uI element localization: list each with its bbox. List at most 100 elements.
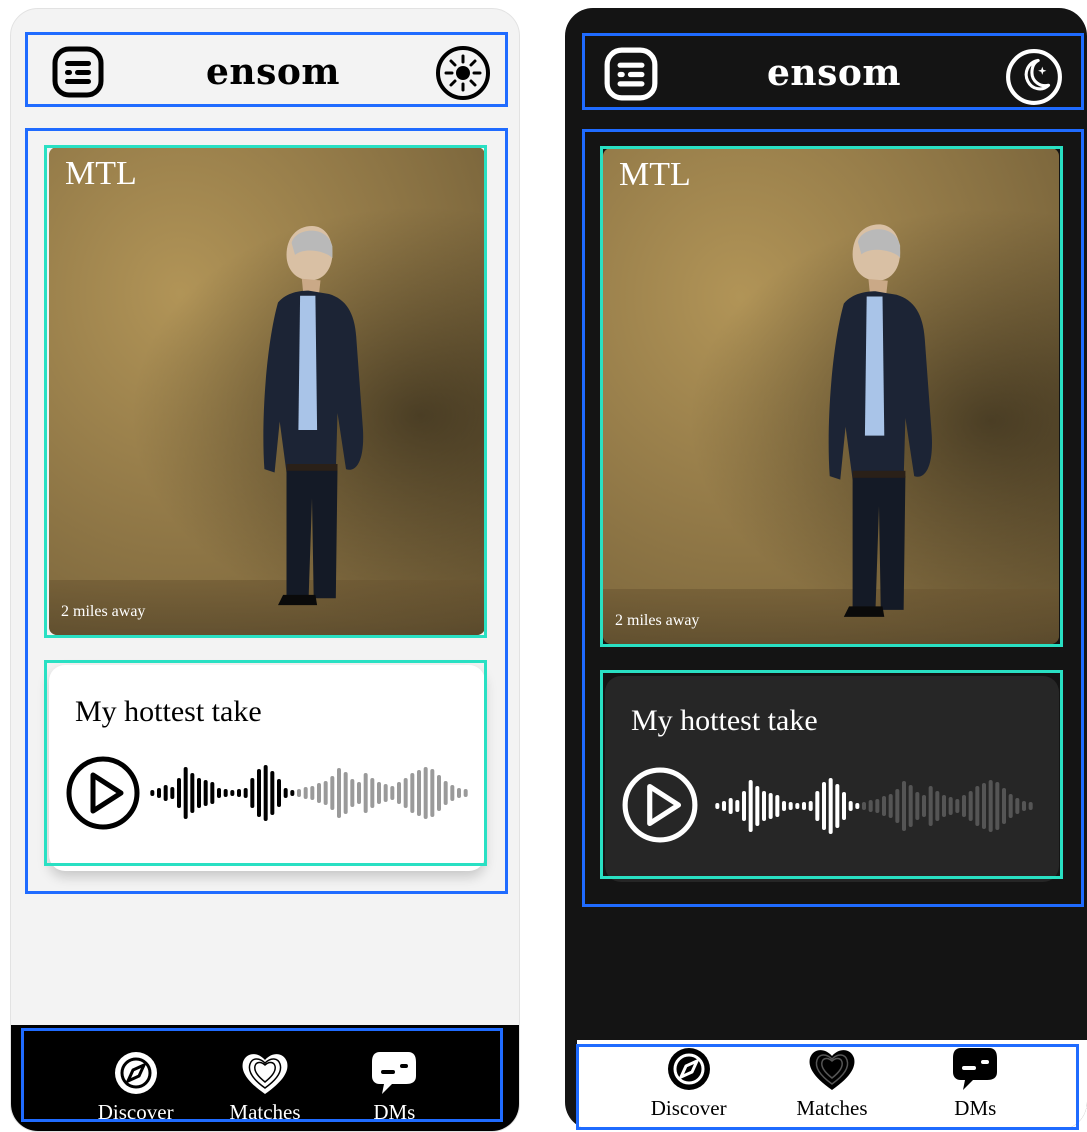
waveform-bar — [303, 787, 308, 799]
app-title: ensom — [206, 51, 340, 93]
waveform-bar — [377, 782, 381, 804]
waveform-bar — [888, 794, 893, 818]
person-silhouette — [263, 226, 364, 606]
waveform-bar — [968, 791, 973, 821]
nav-discover-label: Discover — [650, 1096, 727, 1120]
waveform-bar — [915, 792, 920, 820]
person-silhouette — [828, 224, 932, 617]
waveform-bar — [842, 792, 846, 820]
waveform-bar — [955, 799, 960, 813]
waveform-bar — [828, 778, 833, 834]
waveform-bar — [243, 788, 248, 798]
waveform-bar — [410, 773, 415, 813]
waveform-bar — [230, 790, 235, 796]
waveform-bar — [263, 765, 268, 821]
waveform-bar — [257, 769, 261, 817]
waveform-bar — [868, 800, 873, 812]
menu-icon[interactable] — [603, 46, 659, 102]
waveform-bar — [417, 770, 421, 816]
waveform-bar — [217, 788, 221, 798]
nav-matches[interactable]: Matches — [200, 1050, 329, 1125]
waveform-bar — [350, 779, 355, 807]
waveform-bar — [330, 776, 335, 810]
waveform-bar — [1028, 802, 1033, 810]
prompt-title: My hottest take — [631, 704, 818, 737]
distance-label: 2 miles away — [615, 612, 700, 629]
waveform-bar — [862, 802, 866, 810]
waveform-bar — [210, 782, 215, 804]
nav-dms[interactable]: DMs — [910, 1046, 1040, 1121]
waveform-bar — [848, 801, 853, 811]
waveform-bar — [163, 785, 168, 801]
prompt-title: My hottest take — [75, 695, 262, 728]
waveform-bar — [177, 778, 181, 808]
waveform-bar — [715, 803, 720, 809]
waveform-bar — [748, 780, 753, 832]
waveform-bar — [457, 788, 461, 798]
profile-photo[interactable]: MTL 2 miles away — [603, 148, 1059, 644]
waveform-bar — [390, 786, 395, 800]
waveform-bar — [795, 803, 800, 809]
waveform-bar — [775, 795, 780, 817]
play-icon[interactable] — [65, 755, 141, 831]
waveform-bar — [1002, 788, 1006, 824]
chat-icon — [372, 1052, 417, 1094]
waveform-bar — [363, 773, 368, 813]
compass-icon — [114, 1052, 157, 1094]
waveform-bar — [430, 769, 435, 817]
waveform-bar — [948, 797, 953, 815]
compass-icon — [667, 1048, 710, 1090]
waveform-bar — [782, 801, 786, 811]
waveform[interactable] — [149, 755, 469, 831]
waveform-bar — [742, 791, 746, 821]
waveform-bar — [397, 782, 401, 804]
nav-matches[interactable]: Matches — [767, 1046, 897, 1121]
waveform-bar — [297, 789, 301, 797]
waveform-bar — [722, 801, 726, 811]
waveform-bar — [802, 802, 806, 810]
nav-matches-label: Matches — [229, 1100, 301, 1124]
nav-dms-label: DMs — [373, 1100, 416, 1124]
profile-photo[interactable]: MTL 2 miles away — [49, 147, 485, 635]
waveform-bar — [982, 783, 986, 829]
waveform-bar — [463, 789, 468, 797]
dark-mode-screen: ensom MTL 2 miles away My hottest take D… — [565, 8, 1087, 1130]
waveform-bar — [383, 784, 388, 802]
nav-discover[interactable]: Discover — [71, 1050, 200, 1125]
waveform-bar — [283, 788, 288, 798]
hearts-icon — [242, 1054, 288, 1094]
waveform-bar — [788, 802, 793, 810]
city-label: MTL — [65, 155, 137, 192]
waveform[interactable] — [709, 768, 1039, 844]
sun-icon[interactable] — [435, 45, 491, 101]
waveform-bar — [317, 783, 321, 803]
waveform-bar — [270, 771, 275, 815]
waveform-bar — [988, 780, 993, 832]
waveform-bar — [370, 778, 375, 808]
city-label: MTL — [619, 156, 691, 193]
waveform-bar — [995, 782, 1000, 830]
waveform-bar — [170, 787, 175, 799]
waveform-bar — [882, 796, 886, 816]
waveform-bar — [895, 789, 900, 823]
waveform-bar — [762, 791, 766, 821]
waveform-bar — [183, 767, 188, 819]
waveform-bar — [343, 772, 348, 814]
waveform-bar — [203, 780, 208, 806]
bottom-nav: Discover Matches DMs — [11, 1025, 519, 1131]
waveform-bar — [942, 795, 946, 817]
waveform-bar — [250, 778, 255, 808]
nav-discover[interactable]: Discover — [624, 1046, 754, 1121]
waveform-bar — [822, 782, 826, 830]
waveform-bar — [443, 781, 448, 805]
distance-label: 2 miles away — [61, 603, 146, 620]
waveform-bar — [157, 788, 161, 798]
bottom-nav: Discover Matches DMs — [577, 1040, 1087, 1130]
light-mode-screen: ensom MTL 2 miles away My hottest take D… — [10, 8, 520, 1132]
moon-icon[interactable] — [1005, 48, 1063, 106]
menu-icon[interactable] — [51, 45, 105, 99]
play-icon[interactable] — [621, 766, 699, 844]
waveform-bar — [277, 779, 281, 807]
waveform-bar — [310, 786, 315, 800]
nav-dms[interactable]: DMs — [330, 1050, 459, 1125]
